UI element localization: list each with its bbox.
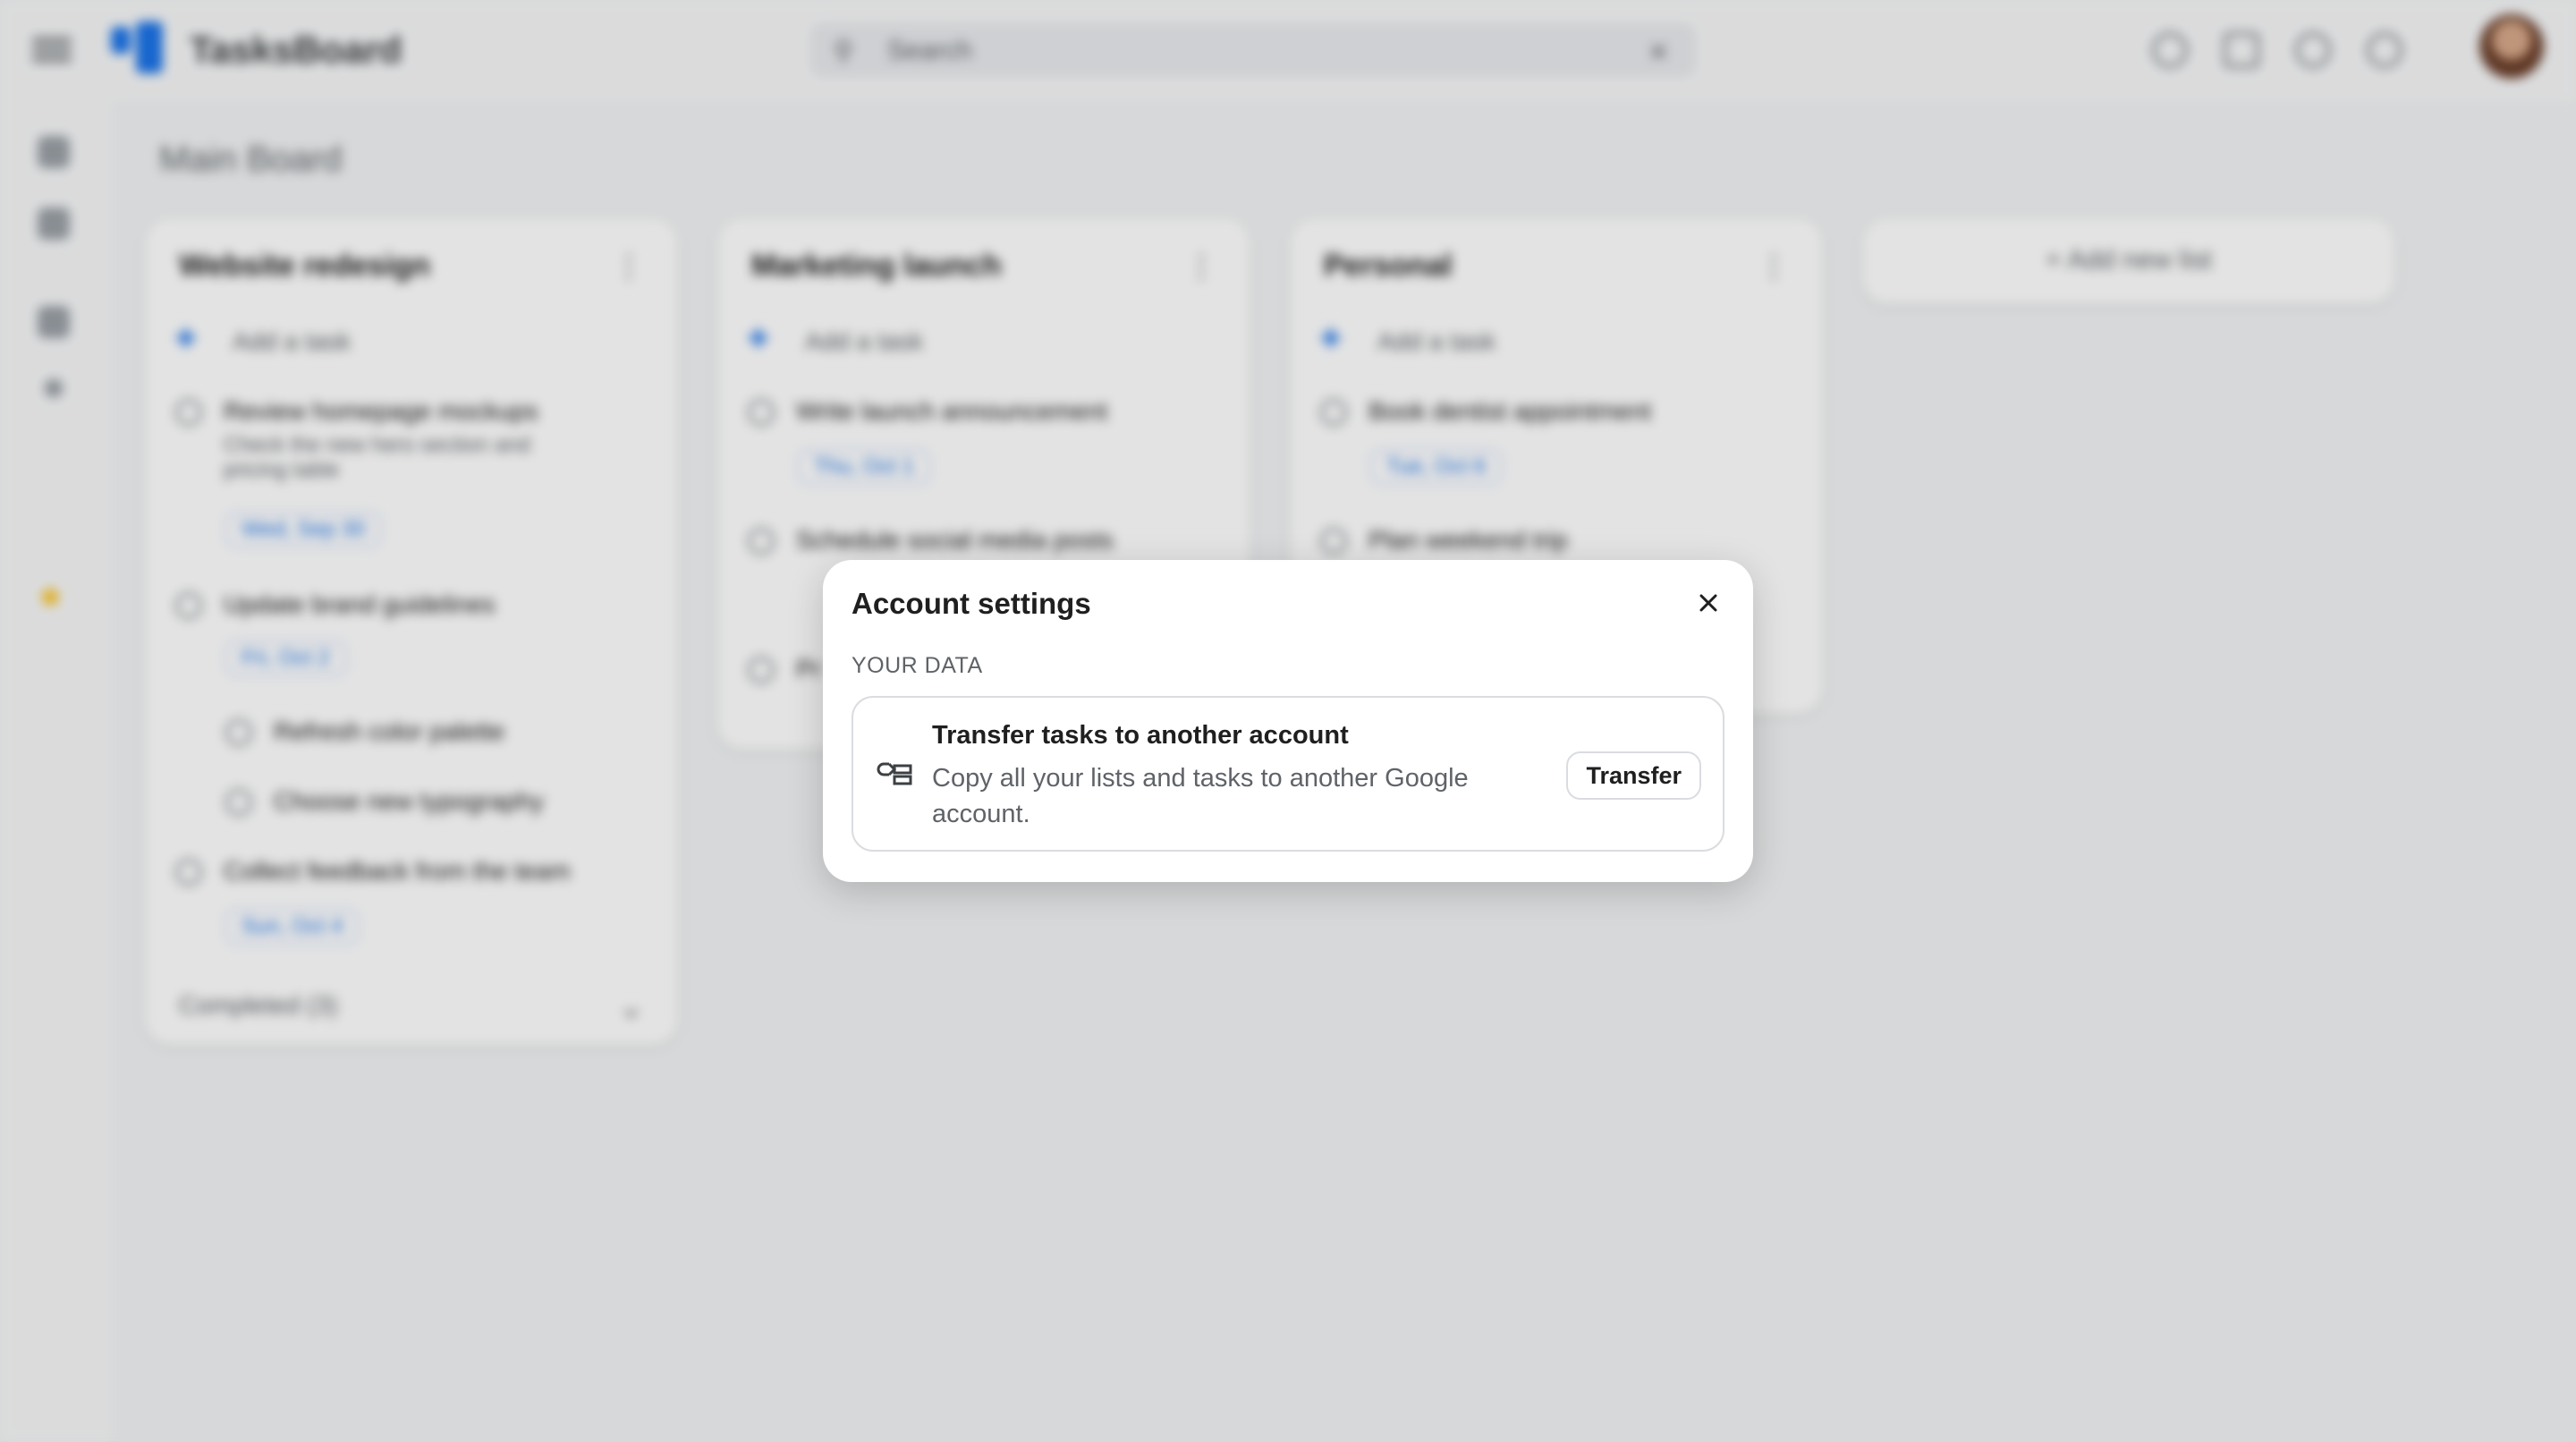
transfer-icon xyxy=(877,757,912,789)
account-settings-dialog: Account settings YOUR DATA Transfer task… xyxy=(823,560,1753,882)
transfer-button[interactable]: Transfer xyxy=(1566,751,1701,800)
transfer-card: Transfer tasks to another account Copy a… xyxy=(852,696,1724,852)
dialog-title: Account settings xyxy=(852,587,1091,620)
card-title: Transfer tasks to another account xyxy=(932,721,1349,750)
section-label: YOUR DATA xyxy=(852,653,983,678)
card-description: Copy all your lists and tasks to another… xyxy=(932,764,1469,828)
close-icon[interactable] xyxy=(1685,580,1732,626)
